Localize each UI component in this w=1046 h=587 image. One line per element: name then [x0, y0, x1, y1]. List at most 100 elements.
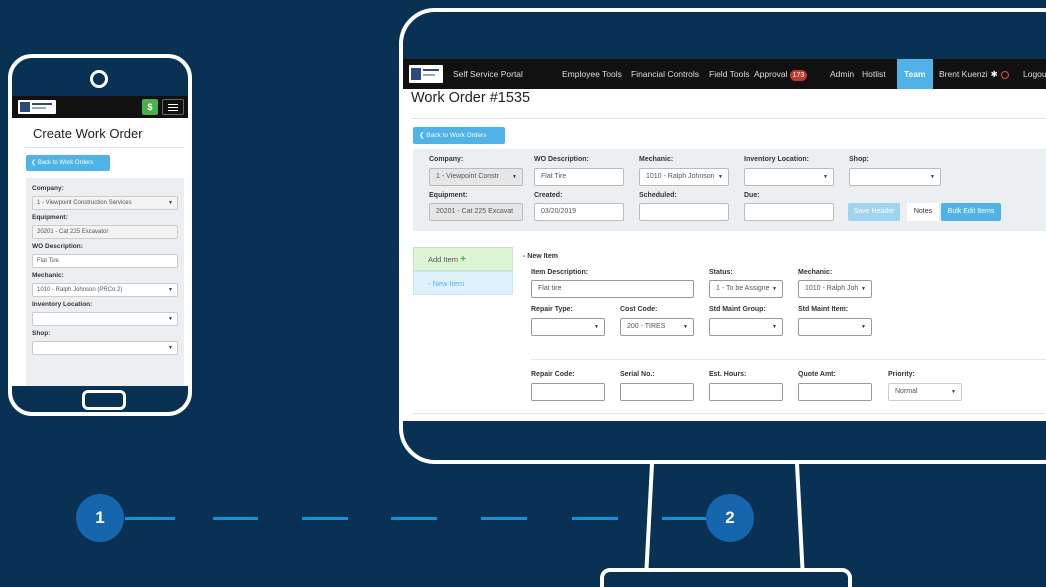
equipment-field[interactable]: 20201 - Cat 225 Excavat	[429, 203, 523, 221]
viewpoint-logo[interactable]	[409, 65, 443, 83]
caret-down-icon: ▼	[168, 200, 173, 206]
due-label: Due:	[744, 192, 760, 199]
divider	[413, 413, 1046, 414]
wo-description-field[interactable]: Flat Tire	[32, 254, 178, 268]
repair-type-select[interactable]: ▼	[531, 318, 605, 336]
scheduled-label: Scheduled:	[639, 192, 677, 199]
bulk-edit-items-button[interactable]: Bulk Edit Items	[941, 203, 1001, 221]
dash-segment	[125, 517, 175, 520]
inventory-location-select[interactable]: ▼	[32, 312, 178, 326]
equipment-field[interactable]: 20201 - Cat 225 Excavator	[32, 225, 178, 239]
notification-icon[interactable]	[1000, 70, 1009, 79]
item-description-label: Item Description:	[531, 269, 589, 276]
nav-self-service-portal[interactable]: Self Service Portal	[453, 59, 523, 89]
phone-back-button[interactable]: ❮ Back to Work Orders	[26, 155, 110, 171]
mechanic-value: 1010 - Ralph Johnson (PRCo 2)	[37, 287, 123, 293]
item-description-input[interactable]: Flat tire	[531, 280, 694, 298]
created-date-input[interactable]: 03/20/2019	[534, 203, 624, 221]
company-select[interactable]: 1 - Viewpoint Constr ▼	[429, 168, 523, 186]
std-maint-item-label: Std Maint Item:	[798, 306, 849, 313]
nav-approval-label: Approval	[754, 69, 788, 79]
serial-no-label: Serial No.:	[620, 371, 655, 378]
divider	[24, 147, 184, 148]
est-hours-input[interactable]	[709, 383, 783, 401]
quote-amt-input[interactable]	[798, 383, 872, 401]
est-hours-label: Est. Hours:	[709, 371, 747, 378]
caret-down-icon: ▼	[823, 174, 828, 180]
nav-field-tools[interactable]: Field Tools	[709, 59, 749, 89]
shop-label: Shop:	[32, 330, 51, 337]
due-date-input[interactable]	[744, 203, 834, 221]
add-item-button[interactable]: Add Item +	[413, 247, 513, 271]
mechanic-select[interactable]: 1010 - Ralph Johnson ▼	[639, 168, 729, 186]
caret-down-icon: ▼	[512, 174, 517, 180]
caret-down-icon: ▼	[594, 324, 599, 330]
std-maint-item-select[interactable]: ▼	[798, 318, 872, 336]
divider	[531, 359, 1046, 360]
cost-code-select[interactable]: 200 - TIRES ▼	[620, 318, 694, 336]
status-value: 1 - To be Assigne	[716, 285, 770, 292]
hamburger-menu-icon[interactable]	[162, 99, 184, 115]
monitor-mockup: Self Service Portal Employee Tools Finan…	[399, 8, 1046, 464]
status-select[interactable]: 1 - To be Assigne ▼	[709, 280, 783, 298]
nav-user[interactable]: Brent Kuenzi ✱	[939, 59, 1009, 89]
item-mechanic-value: 1010 - Ralph Joh	[805, 285, 859, 292]
serial-no-input[interactable]	[620, 383, 694, 401]
phone-camera	[90, 70, 108, 88]
step-two-badge: 2	[706, 494, 754, 542]
approval-count-badge: 173	[789, 70, 808, 81]
inventory-location-select[interactable]: ▼	[744, 168, 834, 186]
gear-icon[interactable]: ✱	[991, 59, 998, 89]
item-mechanic-label: Mechanic:	[798, 269, 833, 276]
list-item-new-item[interactable]: - New Item	[413, 271, 513, 295]
nav-logout[interactable]: Logout	[1023, 59, 1046, 89]
caret-down-icon: ▼	[168, 345, 173, 351]
std-maint-group-select[interactable]: ▼	[709, 318, 783, 336]
caret-down-icon: ▼	[951, 389, 956, 395]
company-label: Company:	[32, 185, 64, 192]
nav-admin[interactable]: Admin	[830, 59, 854, 89]
company-select[interactable]: 1 - Viewpoint Construction Services ▼	[32, 196, 178, 210]
nav-hotlist[interactable]: Hotlist	[862, 59, 886, 89]
repair-code-input[interactable]	[531, 383, 605, 401]
nav-financial-controls[interactable]: Financial Controls	[631, 59, 699, 89]
nav-employee-tools[interactable]: Employee Tools	[562, 59, 622, 89]
mechanic-select[interactable]: 1010 - Ralph Johnson (PRCo 2) ▼	[32, 283, 178, 297]
caret-down-icon: ▼	[168, 316, 173, 322]
monitor-stand-left	[644, 463, 654, 572]
divider	[411, 118, 1046, 119]
phone-home-button	[82, 390, 126, 410]
caret-down-icon: ▼	[861, 324, 866, 330]
viewpoint-logo[interactable]	[18, 100, 56, 114]
shop-select[interactable]: ▼	[32, 341, 178, 355]
dash-segment	[302, 517, 348, 520]
company-value: 1 - Viewpoint Construction Services	[37, 200, 132, 206]
shop-select[interactable]: ▼	[849, 168, 941, 186]
mechanic-label: Mechanic:	[639, 156, 674, 163]
phone-form: Company: 1 - Viewpoint Construction Serv…	[26, 178, 184, 386]
cost-code-label: Cost Code:	[620, 306, 658, 313]
scheduled-date-input[interactable]	[639, 203, 729, 221]
page-title: Work Order #1535	[411, 90, 531, 106]
dollar-icon[interactable]: $	[142, 99, 158, 115]
nav-team[interactable]: Team	[897, 59, 933, 89]
dash-segment	[481, 517, 527, 520]
quote-amt-label: Quote Amt:	[798, 371, 836, 378]
save-header-button[interactable]: Save Header	[848, 203, 900, 221]
phone-mockup: $ Create Work Order ❮ Back to Work Order…	[8, 54, 192, 416]
monitor-screen: Self Service Portal Employee Tools Finan…	[403, 59, 1046, 421]
notes-button[interactable]: Notes	[907, 203, 939, 221]
created-label: Created:	[534, 192, 563, 199]
item-mechanic-select[interactable]: 1010 - Ralph Joh ▼	[798, 280, 872, 298]
nav-approval[interactable]: Approval 173	[754, 59, 808, 89]
std-maint-group-label: Std Maint Group:	[709, 306, 766, 313]
wo-description-input[interactable]: Flat Tire	[534, 168, 624, 186]
phone-navbar: $	[12, 96, 188, 118]
caret-down-icon: ▼	[930, 174, 935, 180]
plus-icon: +	[460, 254, 466, 265]
priority-value: Normal	[895, 388, 918, 395]
back-to-work-orders-button[interactable]: ❮ Back to Work Orders	[413, 127, 505, 144]
monitor-stand-right	[795, 463, 805, 572]
priority-select[interactable]: Normal ▼	[888, 383, 962, 401]
work-order-header-panel: Company: 1 - Viewpoint Constr ▼ WO Descri…	[413, 149, 1046, 231]
